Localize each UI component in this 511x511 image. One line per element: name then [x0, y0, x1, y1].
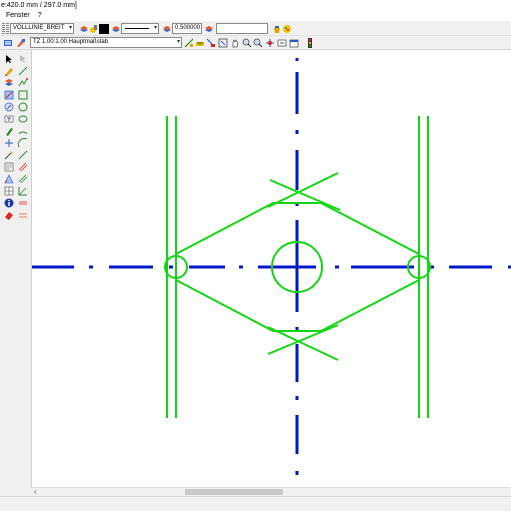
annotation-icon[interactable]: [4, 174, 14, 184]
zoom-window-icon[interactable]: [206, 38, 216, 48]
status-bar: [0, 496, 511, 511]
dimension-line-icon[interactable]: [18, 198, 28, 208]
eraser-icon[interactable]: [4, 210, 14, 220]
brush-icon[interactable]: [4, 126, 14, 136]
rectangle-icon[interactable]: [18, 90, 28, 100]
toolbar-grip[interactable]: [6, 23, 9, 34]
layer-icon[interactable]: [162, 24, 172, 34]
diagonal-line-icon[interactable]: [18, 150, 28, 160]
grid-icon[interactable]: [4, 186, 14, 196]
lower-cross-line-b: [267, 324, 339, 355]
chevron-down-icon: ▾: [153, 25, 157, 31]
text-tool-icon[interactable]: [4, 114, 14, 124]
double-line-icon[interactable]: [18, 210, 28, 220]
magic-wand-icon[interactable]: [4, 150, 14, 160]
bucket-icon[interactable]: [272, 24, 282, 34]
line-icon[interactable]: [18, 66, 28, 76]
layer-stack-icon[interactable]: [79, 24, 89, 34]
measure-icon[interactable]: [195, 38, 205, 48]
traffic-light-icon[interactable]: [305, 38, 315, 48]
palette-icon[interactable]: [282, 24, 292, 34]
symbol-library-icon[interactable]: [4, 162, 14, 172]
layer-tool-icon[interactable]: [4, 78, 14, 88]
info-icon[interactable]: [4, 198, 14, 208]
refresh-view-icon[interactable]: [277, 38, 287, 48]
chevron-down-icon: ▾: [176, 39, 180, 45]
upper-cross-line-b: [267, 172, 339, 208]
chevron-down-icon: ▾: [68, 25, 72, 31]
dimension-tool-icon[interactable]: [4, 90, 14, 100]
window-icon[interactable]: [289, 38, 299, 48]
polyline-icon[interactable]: [18, 78, 28, 88]
circle-icon[interactable]: [18, 102, 28, 112]
pen-color-icon[interactable]: [16, 38, 26, 48]
menu-bar: Fenster ?: [0, 11, 511, 21]
select-arrow-icon[interactable]: [4, 54, 14, 64]
arc-3pt-icon[interactable]: [18, 138, 28, 148]
pen-color-swatch[interactable]: [99, 24, 109, 34]
scroll-left-icon[interactable]: ‹: [34, 487, 37, 496]
offset-line-icon[interactable]: [18, 174, 28, 184]
cad-drawing: [32, 58, 511, 475]
hatch-icon[interactable]: [4, 102, 14, 112]
dimension-icon[interactable]: [184, 38, 194, 48]
line-style-preview: [125, 28, 149, 29]
drawing-canvas[interactable]: [32, 50, 511, 487]
line-type-value: VOLLLINIE_BREIT: [13, 25, 65, 31]
layer-icon[interactable]: [204, 24, 214, 34]
ellipse-icon[interactable]: [18, 114, 28, 124]
upper-cross-line-a: [269, 179, 341, 211]
move-view-icon[interactable]: [265, 38, 275, 48]
angle-icon[interactable]: [18, 186, 28, 196]
parallel-line-icon[interactable]: [18, 162, 28, 172]
layer-icon[interactable]: [111, 24, 121, 34]
zoom-in-icon[interactable]: [242, 38, 252, 48]
scale-toolbar: TZ 1.00:1.00 Hauptmaßstab ▾: [0, 36, 511, 50]
zoom-out-icon[interactable]: [253, 38, 263, 48]
extra-input-field[interactable]: [216, 23, 268, 34]
line-type-dropdown[interactable]: VOLLLINIE_BREIT ▾: [10, 23, 74, 34]
properties-toolbar: VOLLLINIE_BREIT ▾ ▾ 0.500000: [0, 21, 511, 36]
pencil-icon[interactable]: [4, 66, 14, 76]
select-multi-icon[interactable]: [18, 54, 28, 64]
menu-help[interactable]: ?: [38, 12, 42, 19]
pen-width-field[interactable]: 0.500000: [172, 23, 202, 34]
pan-hand-icon[interactable]: [230, 38, 240, 48]
toolbar-grip[interactable]: [2, 23, 5, 34]
arc-icon[interactable]: [18, 126, 28, 136]
color-picker-icon[interactable]: [89, 24, 99, 34]
line-style-dropdown[interactable]: ▾: [121, 23, 159, 34]
window-title: e:420.0 mm / 297.0 mm]: [0, 0, 511, 11]
drawing-tools-palette: [0, 50, 32, 488]
zoom-fit-icon[interactable]: [218, 38, 228, 48]
scale-dropdown[interactable]: TZ 1.00:1.00 Hauptmaßstab ▾: [30, 37, 182, 48]
scale-value: TZ 1.00:1.00 Hauptmaßstab: [33, 39, 109, 45]
crosshair-icon[interactable]: [4, 138, 14, 148]
horizontal-scrollbar[interactable]: ‹: [32, 487, 511, 496]
menu-fenster[interactable]: Fenster: [6, 12, 30, 19]
scroll-thumb[interactable]: [185, 489, 283, 495]
monitor-icon[interactable]: [3, 38, 13, 48]
